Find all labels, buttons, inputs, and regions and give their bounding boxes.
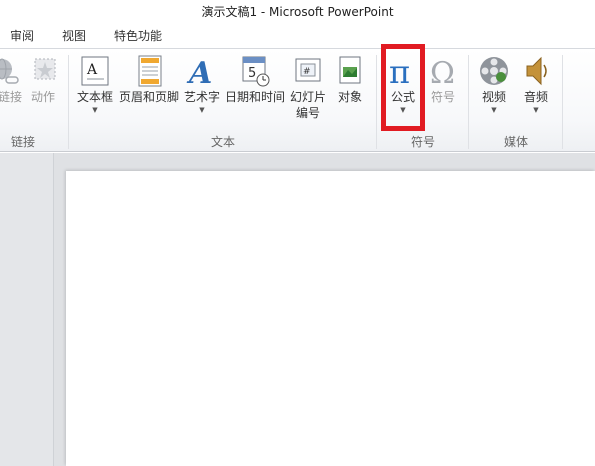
slide-canvas[interactable] <box>66 171 595 466</box>
group-separator <box>562 55 563 149</box>
audio-button[interactable]: 音频 ▼ <box>518 53 554 115</box>
slide-number-label-line1: 幻灯片 <box>289 90 326 104</box>
chevron-down-icon: ▼ <box>199 106 205 114</box>
omega-icon: Ω <box>426 53 460 91</box>
slide-number-icon: # <box>291 53 325 89</box>
symbol-label: 符号 <box>430 90 455 104</box>
text-group-label: 文本 <box>210 135 235 149</box>
action-button[interactable]: 动作 <box>28 53 58 105</box>
group-separator <box>376 55 377 149</box>
date-time-button[interactable]: 5 日期和时间 <box>224 53 286 105</box>
object-icon <box>333 53 367 89</box>
wordart-label: 艺术字 <box>183 90 220 104</box>
ribbon-tab-row: 审阅 视图 特色功能 <box>0 22 595 48</box>
tab-review[interactable]: 审阅 <box>10 27 34 44</box>
action-label: 动作 <box>30 90 55 104</box>
textbox-button[interactable]: A 文本框 ▼ <box>74 53 116 115</box>
symbols-group-label: 符号 <box>410 135 435 149</box>
tab-view[interactable]: 视图 <box>62 27 86 44</box>
slide-number-button[interactable]: # 幻灯片 编号 <box>288 53 328 121</box>
calendar-clock-icon: 5 <box>238 53 272 89</box>
svg-text:#: # <box>303 67 311 77</box>
svg-text:A: A <box>186 56 212 89</box>
action-star-icon <box>28 53 62 89</box>
media-group-label: 媒体 <box>503 135 528 149</box>
ribbon-insert-panel: 链接 动作 链接 A 文本框 ▼ 页眉和页脚 A 艺术字 ▼ 5 日期和时间 #… <box>0 48 595 152</box>
object-button[interactable]: 对象 <box>332 53 368 105</box>
title-bar: 演示文稿1 - Microsoft PowerPoint <box>0 0 595 22</box>
chevron-down-icon: ▼ <box>533 106 539 114</box>
date-time-label: 日期和时间 <box>224 90 285 104</box>
svg-text:Ω: Ω <box>430 56 455 89</box>
video-label: 视频 <box>481 90 506 104</box>
slide-number-label-line2: 编号 <box>295 106 320 120</box>
tab-special-features[interactable]: 特色功能 <box>114 27 162 44</box>
group-separator <box>468 55 469 149</box>
speaker-icon <box>519 53 553 89</box>
svg-text:A: A <box>86 62 98 78</box>
group-separator <box>68 55 69 149</box>
links-group-label: 链接 <box>10 135 35 149</box>
chevron-down-icon: ▼ <box>92 106 98 114</box>
wordart-icon: A <box>185 53 219 91</box>
hyperlink-button[interactable]: 链接 <box>0 53 22 105</box>
object-label: 对象 <box>337 90 362 104</box>
wordart-button[interactable]: A 艺术字 ▼ <box>182 53 222 115</box>
textbox-label: 文本框 <box>76 90 113 104</box>
film-reel-icon <box>477 53 511 89</box>
window-title: 演示文稿1 - Microsoft PowerPoint <box>201 5 394 19</box>
header-footer-label: 页眉和页脚 <box>118 90 179 104</box>
video-button[interactable]: 视频 ▼ <box>476 53 512 115</box>
header-footer-button[interactable]: 页眉和页脚 <box>118 53 180 105</box>
audio-label: 音频 <box>523 90 548 104</box>
equation-highlight-box <box>381 44 425 131</box>
slide-thumbnail-pane[interactable] <box>0 153 54 466</box>
hyperlink-label: 链接 <box>0 90 22 104</box>
textbox-icon: A <box>78 53 112 89</box>
globe-link-icon <box>0 53 22 89</box>
chevron-down-icon: ▼ <box>491 106 497 114</box>
header-footer-icon <box>132 53 166 89</box>
symbol-button[interactable]: Ω 符号 <box>426 53 460 105</box>
svg-text:5: 5 <box>248 66 256 81</box>
